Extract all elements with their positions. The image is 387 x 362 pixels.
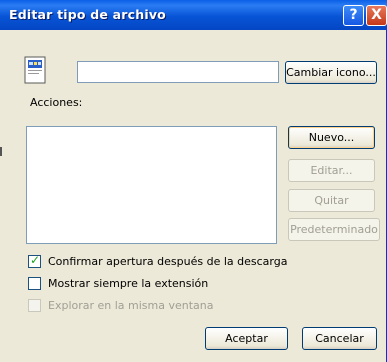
browse-same-window-label: Explorar en la misma ventana bbox=[48, 299, 214, 312]
edit-button[interactable]: Editar... bbox=[288, 159, 375, 182]
always-show-extension-checkbox[interactable] bbox=[28, 277, 41, 290]
file-type-icon bbox=[24, 56, 46, 84]
ok-button[interactable]: Aceptar bbox=[205, 327, 288, 350]
change-icon-button[interactable]: Cambiar icono... bbox=[285, 61, 377, 84]
edge-divider bbox=[0, 147, 2, 156]
new-button[interactable]: Nuevo... bbox=[288, 126, 375, 149]
edit-file-type-dialog: Editar tipo de archivo ? X Cambiar icono… bbox=[0, 0, 387, 362]
set-default-button[interactable]: Predeterminado bbox=[288, 218, 380, 241]
cancel-button[interactable]: Cancelar bbox=[302, 327, 377, 350]
window-title: Editar tipo de archivo bbox=[9, 7, 166, 22]
checkmark-icon: ✓ bbox=[30, 253, 41, 267]
title-bar[interactable]: Editar tipo de archivo ? X bbox=[0, 0, 387, 30]
always-show-extension-label[interactable]: Mostrar siempre la extensión bbox=[48, 277, 208, 290]
actions-label: Acciones: bbox=[30, 96, 83, 109]
close-button[interactable]: X bbox=[366, 5, 387, 26]
confirm-open-checkbox[interactable]: ✓ bbox=[28, 253, 41, 268]
browse-same-window-checkbox[interactable] bbox=[28, 299, 41, 312]
file-type-name-input[interactable] bbox=[77, 61, 279, 83]
confirm-open-label[interactable]: Confirmar apertura después de la descarg… bbox=[48, 255, 287, 268]
help-button[interactable]: ? bbox=[343, 5, 364, 26]
actions-list[interactable] bbox=[26, 126, 277, 244]
remove-button[interactable]: Quitar bbox=[288, 189, 375, 212]
